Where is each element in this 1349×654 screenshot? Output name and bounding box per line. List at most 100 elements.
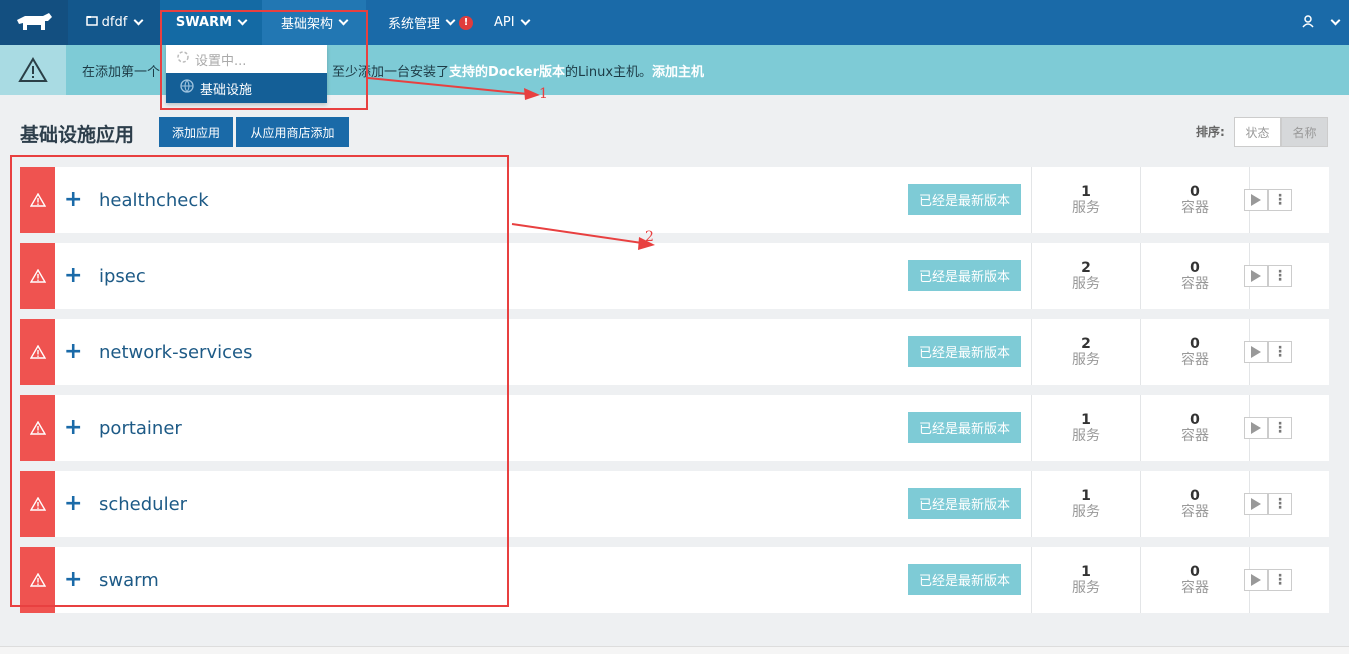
containers-label: 容器 (1181, 276, 1209, 292)
stack-menu-button[interactable]: ⋮ (1268, 417, 1292, 439)
more-icon: ⋮ (1273, 496, 1287, 512)
annotation-box-2 (10, 155, 509, 607)
start-stack-button[interactable] (1244, 265, 1268, 287)
containers-count-cell: 0 容器 (1140, 243, 1249, 309)
annotation-box-1 (160, 10, 368, 110)
services-label: 服务 (1072, 504, 1100, 520)
services-count-cell: 1 服务 (1031, 471, 1140, 537)
annotation-label-2: 2 (645, 229, 654, 245)
more-icon: ⋮ (1273, 192, 1287, 208)
stack-actions: ⋮ (1244, 341, 1292, 363)
containers-label: 容器 (1181, 428, 1209, 444)
chevron-down-icon (445, 15, 456, 26)
start-stack-button[interactable] (1244, 189, 1268, 211)
services-count: 1 (1081, 564, 1091, 580)
add-host-link[interactable]: 添加主机 (652, 61, 704, 80)
services-count-cell: 1 服务 (1031, 167, 1140, 233)
nav-admin[interactable]: 系统管理 ! (388, 0, 474, 45)
services-label: 服务 (1072, 200, 1100, 216)
chevron-down-icon (1330, 15, 1341, 26)
play-icon (1251, 422, 1261, 434)
more-icon: ⋮ (1273, 572, 1287, 588)
user-menu[interactable] (1302, 0, 1341, 45)
chevron-down-icon (520, 15, 531, 26)
containers-label: 容器 (1181, 200, 1209, 216)
containers-count-cell: 0 容器 (1140, 547, 1249, 613)
stack-actions: ⋮ (1244, 493, 1292, 515)
containers-count-cell: 0 容器 (1140, 167, 1249, 233)
services-count: 1 (1081, 412, 1091, 428)
start-stack-button[interactable] (1244, 569, 1268, 591)
upgrade-status-badge: 已经是最新版本 (908, 260, 1021, 291)
containers-count: 0 (1190, 564, 1200, 580)
stack-menu-button[interactable]: ⋮ (1268, 265, 1292, 287)
stack-menu-button[interactable]: ⋮ (1268, 569, 1292, 591)
environment-icon (85, 15, 98, 30)
start-stack-button[interactable] (1244, 341, 1268, 363)
stack-actions: ⋮ (1244, 417, 1292, 439)
more-icon: ⋮ (1273, 268, 1287, 284)
containers-count: 0 (1190, 184, 1200, 200)
sort-by-state-button[interactable]: 状态 (1234, 117, 1281, 147)
nav-api-label: API (494, 15, 515, 30)
upgrade-status-badge: 已经是最新版本 (908, 564, 1021, 595)
containers-count-cell: 0 容器 (1140, 319, 1249, 385)
play-icon (1251, 194, 1261, 206)
containers-count: 0 (1190, 336, 1200, 352)
environment-name: dfdf (101, 15, 128, 30)
play-icon (1251, 346, 1261, 358)
services-count: 1 (1081, 488, 1091, 504)
alert-icon: ! (459, 15, 474, 30)
services-count-cell: 2 服务 (1031, 243, 1140, 309)
sort-toggle: 状态 名称 (1234, 117, 1328, 147)
annotation-label-1: 1 (539, 86, 548, 102)
start-stack-button[interactable] (1244, 493, 1268, 515)
nav-api[interactable]: API (494, 0, 531, 45)
containers-count-cell: 0 容器 (1140, 471, 1249, 537)
docker-version-link[interactable]: 支持的Docker版本 (449, 61, 565, 80)
environment-switcher[interactable]: dfdf (68, 0, 160, 45)
notice-text-after: 的Linux主机。 (564, 64, 653, 80)
play-icon (1251, 498, 1261, 510)
upgrade-status-badge: 已经是最新版本 (908, 412, 1021, 443)
upgrade-status-badge: 已经是最新版本 (908, 336, 1021, 367)
stack-menu-button[interactable]: ⋮ (1268, 341, 1292, 363)
services-count: 2 (1081, 336, 1091, 352)
add-app-button[interactable]: 添加应用 (159, 117, 233, 147)
nav-admin-label: 系统管理 (388, 17, 441, 32)
stack-menu-button[interactable]: ⋮ (1268, 493, 1292, 515)
user-icon (1302, 13, 1314, 32)
services-label: 服务 (1072, 352, 1100, 368)
start-stack-button[interactable] (1244, 417, 1268, 439)
sort-label: 排序: (1196, 125, 1225, 139)
services-label: 服务 (1072, 580, 1100, 596)
services-count-cell: 1 服务 (1031, 547, 1140, 613)
more-icon: ⋮ (1273, 420, 1287, 436)
page-title: 基础设施应用 (20, 124, 135, 146)
sort-by-name-button[interactable]: 名称 (1281, 117, 1328, 147)
containers-count: 0 (1190, 412, 1200, 428)
services-count: 2 (1081, 260, 1091, 276)
stack-actions: ⋮ (1244, 569, 1292, 591)
browser-status-bar (0, 646, 1349, 654)
stack-actions: ⋮ (1244, 189, 1292, 211)
services-count-cell: 1 服务 (1031, 395, 1140, 461)
play-icon (1251, 574, 1261, 586)
containers-count-cell: 0 容器 (1140, 395, 1249, 461)
add-from-catalog-button[interactable]: 从应用商店添加 (236, 117, 349, 147)
warning-icon (0, 45, 66, 95)
upgrade-status-badge: 已经是最新版本 (908, 184, 1021, 215)
services-label: 服务 (1072, 276, 1100, 292)
containers-count: 0 (1190, 488, 1200, 504)
chevron-down-icon (133, 15, 144, 26)
containers-count: 0 (1190, 260, 1200, 276)
containers-label: 容器 (1181, 504, 1209, 520)
notice-text-before: 在添加第一个 (82, 64, 161, 80)
stack-menu-button[interactable]: ⋮ (1268, 189, 1292, 211)
rancher-logo-icon[interactable] (0, 0, 68, 45)
containers-label: 容器 (1181, 352, 1209, 368)
play-icon (1251, 270, 1261, 282)
services-count: 1 (1081, 184, 1091, 200)
containers-label: 容器 (1181, 580, 1209, 596)
services-count-cell: 2 服务 (1031, 319, 1140, 385)
